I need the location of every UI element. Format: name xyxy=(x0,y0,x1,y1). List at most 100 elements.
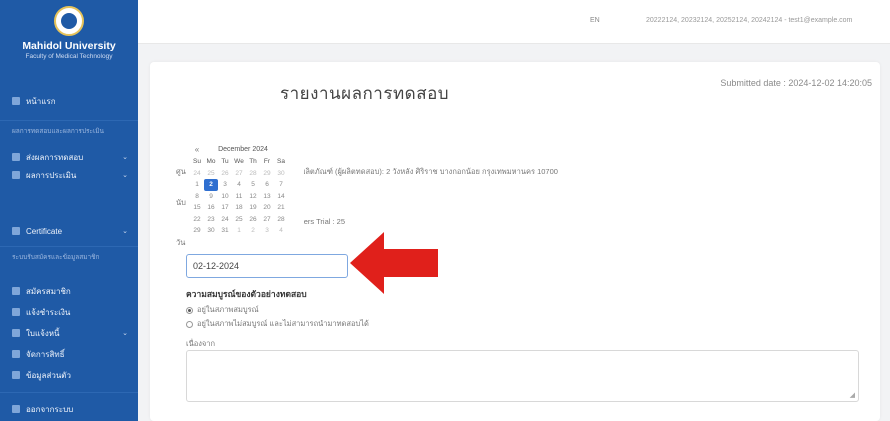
datepicker-day[interactable]: 26 xyxy=(246,214,260,226)
datepicker-day[interactable]: 13 xyxy=(260,191,274,203)
datepicker-weekday: Tu xyxy=(221,158,229,165)
datepicker-day[interactable]: 23 xyxy=(204,214,218,226)
sidebar-item-label: หน้าแรก xyxy=(26,96,56,106)
datepicker-day[interactable]: 27 xyxy=(260,214,274,226)
sidebar-item-payment[interactable]: แจ้งชำระเงิน xyxy=(0,303,138,321)
sidebar-item-home[interactable]: หน้าแรก xyxy=(0,92,138,110)
datepicker-day[interactable]: 28 xyxy=(246,168,260,180)
datepicker-day-selected[interactable]: 2 xyxy=(204,179,218,191)
datepicker-day[interactable]: 1 xyxy=(190,179,204,191)
sidebar-item-label: Certificate xyxy=(26,226,63,236)
sidebar-item-label: ออกจากระบบ xyxy=(26,404,74,414)
completeness-title: ความสมบูรณ์ของตัวอย่างทดสอบ xyxy=(186,289,307,299)
logout-icon xyxy=(12,405,20,413)
datepicker-day[interactable]: 20 xyxy=(260,202,274,214)
page-title: รายงานผลการทดสอบ xyxy=(280,84,450,103)
datepicker-day[interactable]: 30 xyxy=(204,225,218,237)
datepicker-day[interactable]: 16 xyxy=(204,202,218,214)
prev-month-button[interactable]: « xyxy=(190,145,204,154)
sidebar-item-evaluation[interactable]: ผลการประเมิน ⌄ xyxy=(0,166,138,184)
radio-selected[interactable] xyxy=(186,306,193,314)
datepicker-day[interactable]: 5 xyxy=(246,179,260,191)
datepicker-day[interactable]: 28 xyxy=(274,214,288,226)
sidebar-item-certificate[interactable]: Certificate ⌄ xyxy=(0,222,138,240)
datepicker-day[interactable]: 14 xyxy=(274,191,288,203)
datepicker-day[interactable]: 11 xyxy=(232,191,246,203)
sidebar-section-results: ผลการทดสอบและผลการประเมิน xyxy=(12,128,104,135)
datepicker-header: « December 2024 xyxy=(186,142,304,156)
datepicker-day[interactable]: 9 xyxy=(204,191,218,203)
users-icon xyxy=(12,350,20,358)
sidebar-item-label: ข้อมูลส่วนตัว xyxy=(26,370,71,380)
datepicker-day[interactable]: 29 xyxy=(260,168,274,180)
date-input[interactable]: 02-12-2024 xyxy=(186,254,348,278)
sidebar-section-membership: ระบบรับสมัครและข้อมูลสมาชิก xyxy=(12,254,100,261)
topbar: EN 20222124, 20232124, 20252124, 2024212… xyxy=(138,0,890,44)
user-account[interactable]: 20222124, 20232124, 20252124, 20242124 -… xyxy=(646,17,852,24)
datepicker-day[interactable]: 1 xyxy=(232,225,246,237)
option-label: อยู่ในสภาพไม่สมบูรณ์ และไม่สามารถนำมาทดส… xyxy=(197,319,369,328)
university-logo xyxy=(54,6,84,36)
sidebar-item-send-results[interactable]: ส่งผลการทดสอบ ⌄ xyxy=(0,148,138,166)
row-label-count: นับ xyxy=(176,198,186,207)
datepicker-day[interactable]: 8 xyxy=(190,191,204,203)
datepicker-day[interactable]: 7 xyxy=(274,179,288,191)
datepicker-day[interactable]: 25 xyxy=(204,168,218,180)
datepicker-day[interactable]: 24 xyxy=(218,214,232,226)
sidebar-item-label: ใบแจ้งหนี้ xyxy=(26,328,60,338)
datepicker-day[interactable]: 24 xyxy=(190,168,204,180)
user-plus-icon xyxy=(12,287,20,295)
faculty-name: Faculty of Medical Technology xyxy=(25,53,113,60)
language-switch[interactable]: EN xyxy=(590,17,600,24)
reason-textarea[interactable]: ◢ xyxy=(186,350,859,402)
datepicker-day[interactable]: 31 xyxy=(218,225,232,237)
datepicker-day[interactable]: 3 xyxy=(218,179,232,191)
sidebar-item-invoice[interactable]: ใบแจ้งหนี้ ⌄ xyxy=(0,324,138,342)
datepicker-weekday: Th xyxy=(249,158,257,165)
datepicker-day[interactable]: 2 xyxy=(246,225,260,237)
option-label: อยู่ในสภาพสมบูรณ์ xyxy=(197,305,259,314)
datepicker-weekday: Su xyxy=(193,158,201,165)
datepicker-day[interactable]: 25 xyxy=(232,214,246,226)
datepicker-day[interactable]: 6 xyxy=(260,179,274,191)
reason-label: เนื่องจาก xyxy=(186,339,216,348)
datepicker-day[interactable]: 18 xyxy=(232,202,246,214)
datepicker-day[interactable]: 10 xyxy=(218,191,232,203)
datepicker-day[interactable]: 17 xyxy=(218,202,232,214)
datepicker-day[interactable]: 4 xyxy=(274,225,288,237)
divider xyxy=(0,246,138,247)
datepicker-day[interactable]: 4 xyxy=(232,179,246,191)
datepicker-month-title[interactable]: December 2024 xyxy=(204,146,282,153)
sidebar-item-label: จัดการสิทธิ์ xyxy=(26,349,65,359)
option-incomplete[interactable]: อยู่ในสภาพไม่สมบูรณ์ และไม่สามารถนำมาทดส… xyxy=(186,318,369,330)
datepicker-day[interactable]: 22 xyxy=(190,214,204,226)
datepicker-weekday: We xyxy=(234,158,244,165)
datepicker-day[interactable]: 3 xyxy=(260,225,274,237)
chevron-down-icon: ⌄ xyxy=(122,154,128,161)
datepicker-day[interactable]: 30 xyxy=(274,168,288,180)
datepicker-day[interactable]: 26 xyxy=(218,168,232,180)
divider xyxy=(0,392,138,393)
home-icon xyxy=(12,97,20,105)
sidebar-item-profile[interactable]: ข้อมูลส่วนตัว xyxy=(0,366,138,384)
datepicker-day[interactable]: 19 xyxy=(246,202,260,214)
datepicker-day[interactable]: 12 xyxy=(246,191,260,203)
datepicker-day[interactable]: 15 xyxy=(190,202,204,214)
arrow-shape xyxy=(350,232,438,294)
chevron-down-icon: ⌄ xyxy=(122,228,128,235)
markers-trial-value: kers Trial : 25 xyxy=(300,217,346,226)
sidebar-item-register[interactable]: สมัครสมาชิก xyxy=(0,282,138,300)
radio-unselected[interactable] xyxy=(186,320,193,328)
datepicker-weekday: Sa xyxy=(277,158,285,165)
datepicker-day[interactable]: 27 xyxy=(232,168,246,180)
sidebar-item-logout[interactable]: ออกจากระบบ xyxy=(0,400,138,418)
chevron-down-icon: ⌄ xyxy=(122,330,128,337)
sidebar-item-rights[interactable]: จัดการสิทธิ์ xyxy=(0,345,138,363)
option-complete[interactable]: อยู่ในสภาพสมบูรณ์ xyxy=(186,304,259,316)
chart-icon xyxy=(12,171,20,179)
row-label-date: วัน xyxy=(176,238,186,247)
datepicker-day[interactable]: 29 xyxy=(190,225,204,237)
document-icon xyxy=(12,153,20,161)
resize-handle-icon[interactable]: ◢ xyxy=(850,391,855,399)
datepicker-day[interactable]: 21 xyxy=(274,202,288,214)
